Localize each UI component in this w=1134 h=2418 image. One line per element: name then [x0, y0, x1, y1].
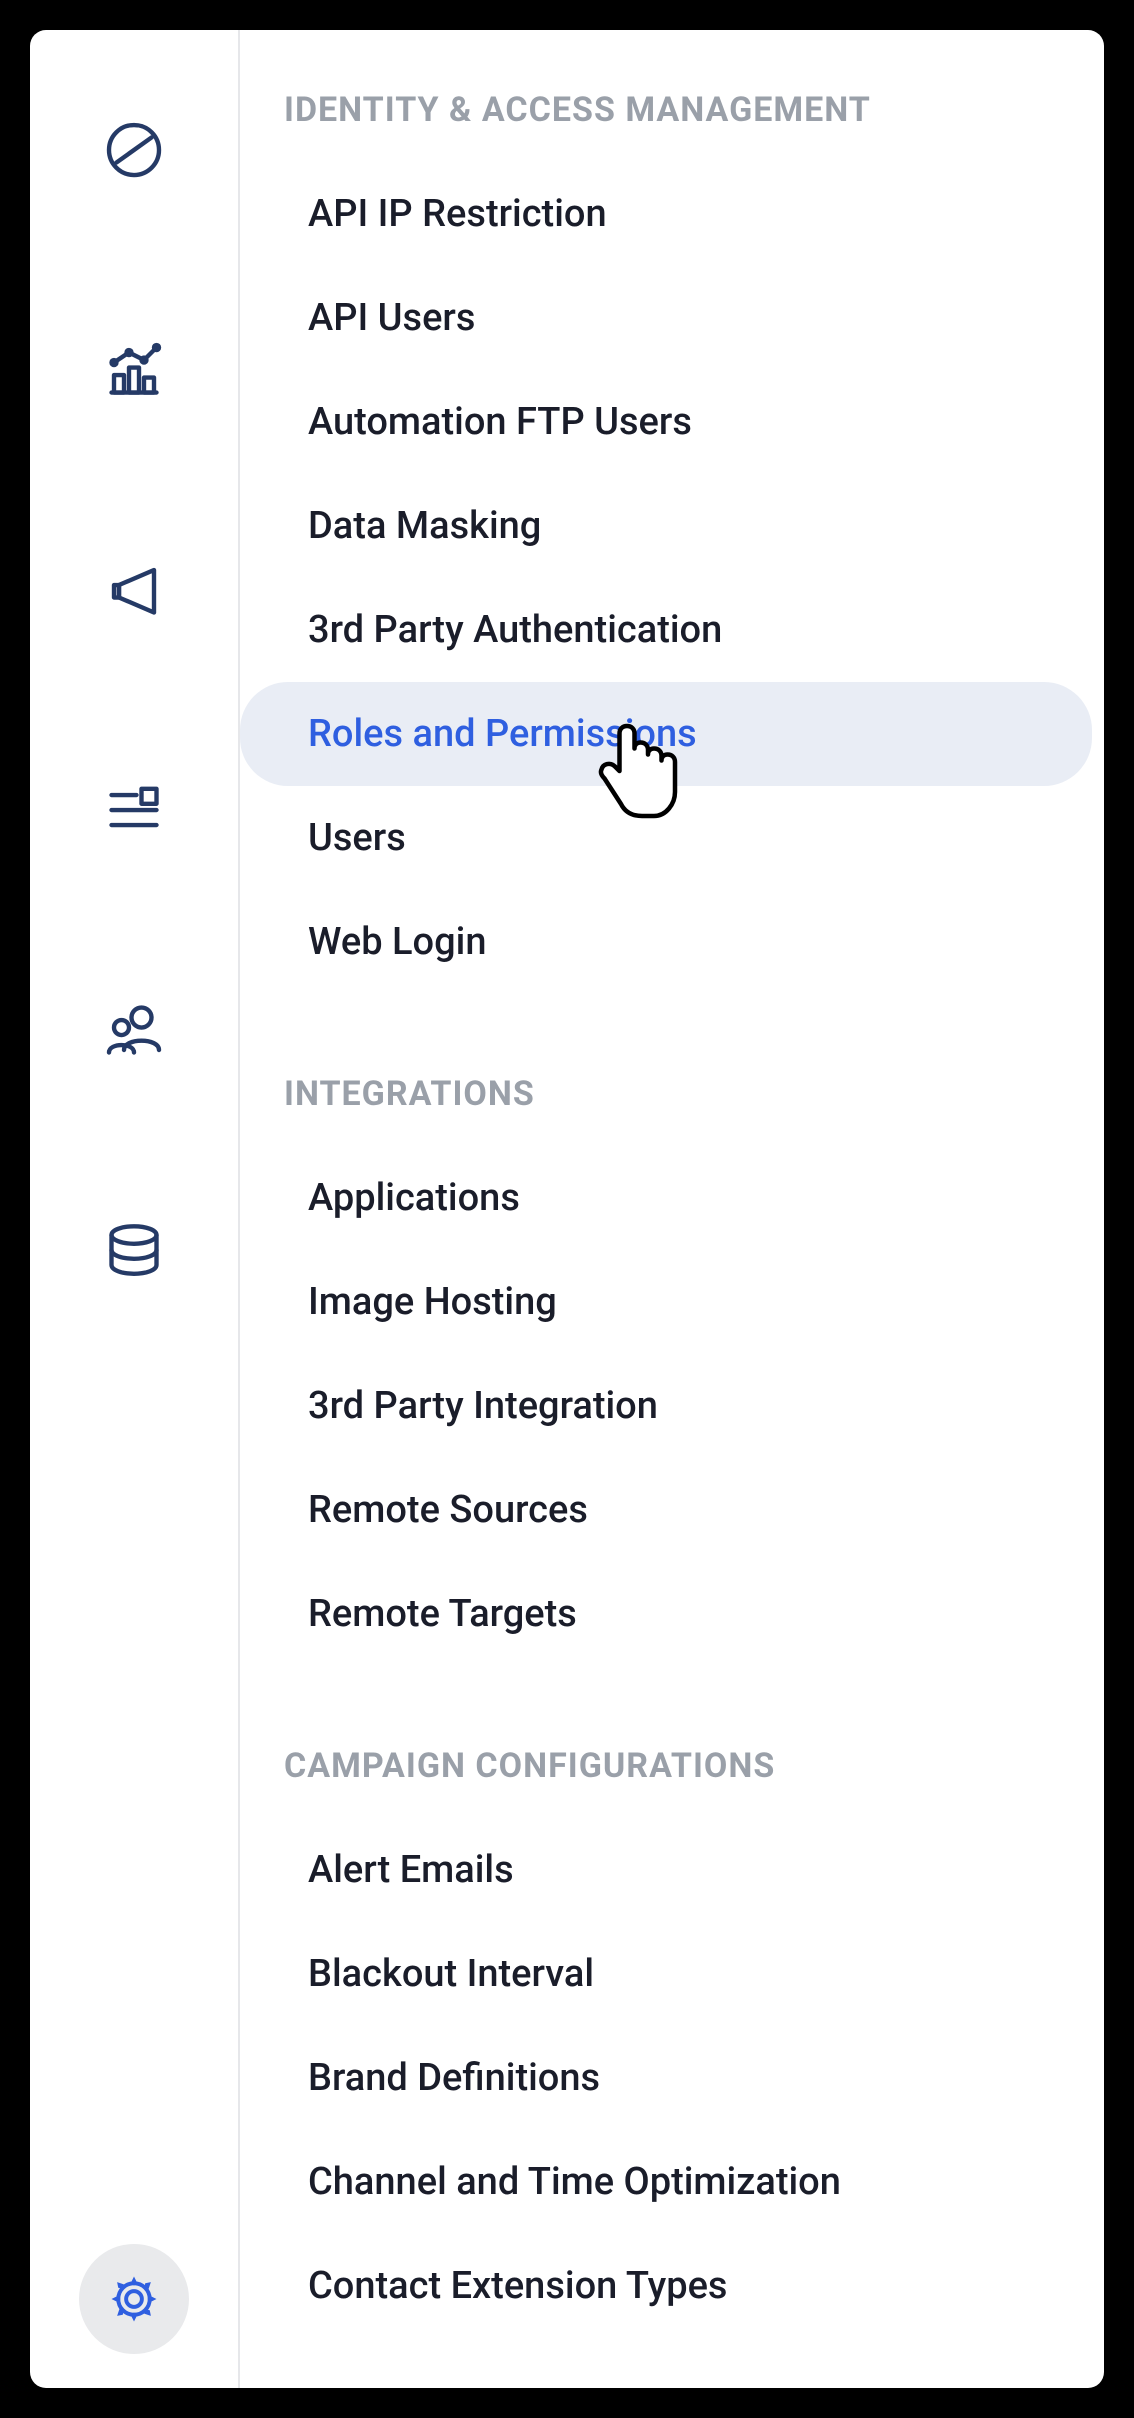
menu-item-brand-definitions[interactable]: Brand Definitions: [240, 2026, 1092, 2130]
menu-item-alert-emails[interactable]: Alert Emails: [240, 1818, 1092, 1922]
database-icon[interactable]: [104, 1220, 164, 1280]
menu-item-data-masking[interactable]: Data Masking: [240, 474, 1092, 578]
menu-item-users[interactable]: Users: [240, 786, 1092, 890]
menu-item-channel-time-optimization[interactable]: Channel and Time Optimization: [240, 2130, 1092, 2234]
menu-item-api-ip-restriction[interactable]: API IP Restriction: [240, 162, 1092, 266]
nav-rail: [30, 30, 240, 2388]
analytics-icon[interactable]: [104, 340, 164, 400]
settings-menu-panel: IDENTITY & ACCESS MANAGEMENT API IP Rest…: [240, 30, 1104, 2388]
megaphone-icon[interactable]: [104, 560, 164, 620]
section-title-integrations: INTEGRATIONS: [240, 1074, 1104, 1146]
menu-item-3rd-party-authentication[interactable]: 3rd Party Authentication: [240, 578, 1092, 682]
gear-icon: [107, 2272, 161, 2326]
section-title-campaign-config: CAMPAIGN CONFIGURATIONS: [240, 1746, 1104, 1818]
people-icon[interactable]: [104, 1000, 164, 1060]
settings-button[interactable]: [79, 2244, 189, 2354]
section-title-identity: IDENTITY & ACCESS MANAGEMENT: [240, 90, 1104, 162]
menu-item-web-login[interactable]: Web Login: [240, 890, 1092, 994]
menu-item-roles-and-permissions[interactable]: Roles and Permissions: [240, 682, 1092, 786]
list-layout-icon[interactable]: [104, 780, 164, 840]
menu-item-remote-targets[interactable]: Remote Targets: [240, 1562, 1092, 1666]
menu-item-automation-ftp-users[interactable]: Automation FTP Users: [240, 370, 1092, 474]
menu-item-image-hosting[interactable]: Image Hosting: [240, 1250, 1092, 1354]
pie-chart-icon[interactable]: [104, 120, 164, 180]
menu-item-3rd-party-integration[interactable]: 3rd Party Integration: [240, 1354, 1092, 1458]
menu-item-remote-sources[interactable]: Remote Sources: [240, 1458, 1092, 1562]
menu-item-contact-extension-types[interactable]: Contact Extension Types: [240, 2234, 1092, 2338]
menu-item-api-users[interactable]: API Users: [240, 266, 1092, 370]
menu-item-blackout-interval[interactable]: Blackout Interval: [240, 1922, 1092, 2026]
app-frame: IDENTITY & ACCESS MANAGEMENT API IP Rest…: [30, 30, 1104, 2388]
menu-item-applications[interactable]: Applications: [240, 1146, 1092, 1250]
